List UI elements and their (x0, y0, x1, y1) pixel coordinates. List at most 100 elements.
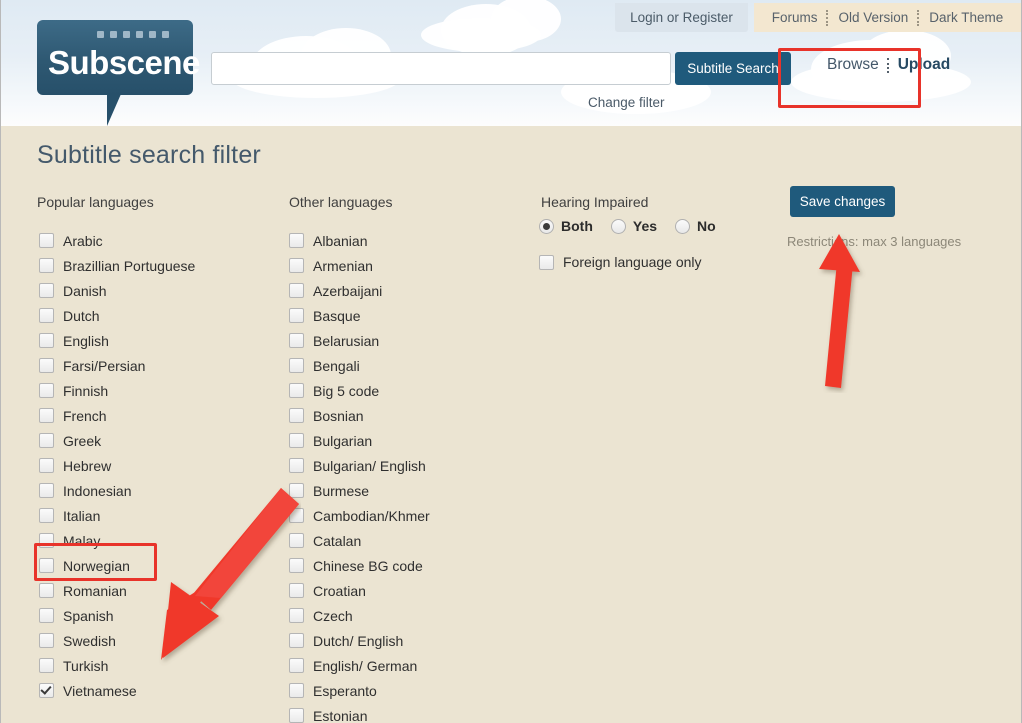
popular-language-item[interactable]: Hebrew (39, 453, 195, 478)
popular-language-label: Vietnamese (63, 682, 137, 699)
popular-language-item[interactable]: Vietnamese (39, 678, 195, 703)
other-language-item[interactable]: Bengali (289, 353, 430, 378)
checkbox-icon[interactable] (39, 358, 54, 373)
checkbox-icon[interactable] (289, 508, 304, 523)
popular-language-item[interactable]: Swedish (39, 628, 195, 653)
save-changes-button[interactable]: Save changes (790, 186, 895, 217)
checkbox-icon[interactable] (289, 708, 304, 723)
checkbox-icon[interactable] (289, 283, 304, 298)
checkbox-icon[interactable] (289, 433, 304, 448)
other-language-item[interactable]: Big 5 code (289, 378, 430, 403)
checkbox-checked-icon[interactable] (39, 683, 54, 698)
checkbox-icon[interactable] (289, 658, 304, 673)
popular-language-item[interactable]: French (39, 403, 195, 428)
checkbox-icon[interactable] (39, 533, 54, 548)
checkbox-icon[interactable] (39, 583, 54, 598)
checkbox-icon[interactable] (39, 483, 54, 498)
checkbox-icon[interactable] (289, 583, 304, 598)
hearing-impaired-option[interactable]: Yes (610, 218, 658, 234)
other-language-item[interactable]: Azerbaijani (289, 278, 430, 303)
checkbox-icon[interactable] (39, 508, 54, 523)
checkbox-icon[interactable] (289, 533, 304, 548)
other-language-item[interactable]: Chinese BG code (289, 553, 430, 578)
nav-upload-link[interactable]: Upload (890, 56, 959, 74)
other-language-item[interactable]: Armenian (289, 253, 430, 278)
checkbox-icon[interactable] (39, 558, 54, 573)
checkbox-icon[interactable] (39, 258, 54, 273)
other-language-item[interactable]: Belarusian (289, 328, 430, 353)
popular-language-item[interactable]: Spanish (39, 603, 195, 628)
other-language-item[interactable]: Bulgarian/ English (289, 453, 430, 478)
other-language-item[interactable]: English/ German (289, 653, 430, 678)
checkbox-icon[interactable] (289, 558, 304, 573)
other-language-item[interactable]: Estonian (289, 703, 430, 723)
subtitle-search-button[interactable]: Subtitle Search (675, 52, 791, 85)
other-language-item[interactable]: Basque (289, 303, 430, 328)
popular-language-item[interactable]: Greek (39, 428, 195, 453)
other-language-item[interactable]: Dutch/ English (289, 628, 430, 653)
checkbox-icon[interactable] (39, 633, 54, 648)
checkbox-icon[interactable] (289, 633, 304, 648)
popular-language-item[interactable]: Romanian (39, 578, 195, 603)
checkbox-icon[interactable] (289, 683, 304, 698)
other-language-item[interactable]: Croatian (289, 578, 430, 603)
checkbox-icon[interactable] (289, 358, 304, 373)
checkbox-icon[interactable] (289, 333, 304, 348)
popular-language-item[interactable]: Indonesian (39, 478, 195, 503)
popular-language-item[interactable]: Italian (39, 503, 195, 528)
checkbox-icon[interactable] (39, 333, 54, 348)
checkbox-icon[interactable] (289, 258, 304, 273)
checkbox-icon[interactable] (39, 458, 54, 473)
checkbox-icon[interactable] (289, 408, 304, 423)
hearing-impaired-option-label: Yes (632, 218, 658, 234)
popular-language-item[interactable]: Malay (39, 528, 195, 553)
other-language-item[interactable]: Catalan (289, 528, 430, 553)
other-language-item[interactable]: Bosnian (289, 403, 430, 428)
other-language-label: Cambodian/Khmer (313, 507, 430, 524)
checkbox-icon[interactable] (39, 433, 54, 448)
popular-language-item[interactable]: English (39, 328, 195, 353)
checkbox-icon[interactable] (289, 383, 304, 398)
popular-language-item[interactable]: Norwegian (39, 553, 195, 578)
other-language-item[interactable]: Czech (289, 603, 430, 628)
change-filter-link[interactable]: Change filter (588, 95, 665, 110)
checkbox-icon[interactable] (39, 283, 54, 298)
other-language-item[interactable]: Burmese (289, 478, 430, 503)
dark-theme-link[interactable]: Dark Theme (920, 3, 1012, 32)
old-version-link[interactable]: Old Version (829, 3, 917, 32)
checkbox-icon[interactable] (289, 458, 304, 473)
checkbox-icon[interactable] (39, 233, 54, 248)
radio-selected-icon[interactable] (539, 218, 554, 234)
checkbox-icon[interactable] (289, 233, 304, 248)
checkbox-icon[interactable] (39, 308, 54, 323)
other-language-item[interactable]: Albanian (289, 228, 430, 253)
checkbox-icon[interactable] (39, 408, 54, 423)
search-input[interactable] (211, 52, 671, 85)
radio-icon[interactable] (675, 218, 691, 234)
checkbox-icon[interactable] (39, 383, 54, 398)
site-logo[interactable]: Subscene (37, 20, 200, 126)
hearing-impaired-option[interactable]: Both (539, 218, 593, 234)
foreign-language-only-checkbox[interactable]: Foreign language only (539, 254, 702, 270)
popular-language-item[interactable]: Farsi/Persian (39, 353, 195, 378)
popular-language-item[interactable]: Brazillian Portuguese (39, 253, 195, 278)
checkbox-icon[interactable] (289, 608, 304, 623)
other-language-item[interactable]: Cambodian/Khmer (289, 503, 430, 528)
other-language-item[interactable]: Esperanto (289, 678, 430, 703)
forums-link[interactable]: Forums (763, 3, 827, 32)
other-language-item[interactable]: Bulgarian (289, 428, 430, 453)
checkbox-icon[interactable] (39, 658, 54, 673)
checkbox-icon[interactable] (289, 308, 304, 323)
popular-language-item[interactable]: Dutch (39, 303, 195, 328)
checkbox-icon[interactable] (539, 254, 554, 270)
login-register-button[interactable]: Login or Register (615, 3, 748, 32)
checkbox-icon[interactable] (289, 483, 304, 498)
popular-language-item[interactable]: Arabic (39, 228, 195, 253)
popular-language-item[interactable]: Finnish (39, 378, 195, 403)
popular-language-item[interactable]: Danish (39, 278, 195, 303)
popular-language-item[interactable]: Turkish (39, 653, 195, 678)
checkbox-icon[interactable] (39, 608, 54, 623)
radio-icon[interactable] (610, 218, 626, 234)
hearing-impaired-option[interactable]: No (675, 218, 716, 234)
nav-browse-link[interactable]: Browse (819, 56, 887, 74)
